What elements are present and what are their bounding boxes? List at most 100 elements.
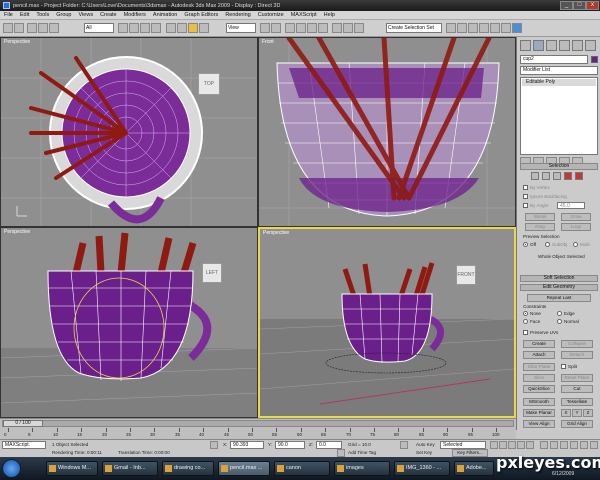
schematic-view-icon[interactable] <box>468 23 478 33</box>
constraint-none-radio[interactable] <box>523 311 528 316</box>
taskbar-item[interactable]: Adobe... <box>454 461 494 476</box>
key-filters-button[interactable]: Key Filters... <box>452 449 488 457</box>
stack-item-editable-poly[interactable]: Editable Poly <box>522 79 596 86</box>
close-button[interactable]: x <box>586 1 599 10</box>
time-tag-icon[interactable] <box>337 449 345 457</box>
start-button-icon[interactable] <box>2 459 21 478</box>
create-tab-icon[interactable] <box>520 40 531 51</box>
cut-button[interactable]: Cut <box>561 385 593 393</box>
viewport-bottom-right[interactable]: Perspective FRONT <box>258 227 516 418</box>
snaps-toggle-icon[interactable] <box>285 23 295 33</box>
reference-coordinate-dropdown[interactable]: View <box>226 23 256 33</box>
selection-filter-dropdown[interactable]: All <box>84 23 114 33</box>
menu-modifiers[interactable]: Modifiers <box>124 12 146 18</box>
collapse-button[interactable]: Collapse <box>561 340 593 348</box>
motion-tab-icon[interactable] <box>559 40 570 51</box>
by-angle-spinner[interactable]: 45.0 <box>557 202 585 209</box>
unlink-icon[interactable] <box>38 23 48 33</box>
render-setup-icon[interactable] <box>490 23 500 33</box>
spinner-snap-icon[interactable] <box>318 23 328 33</box>
slice-plane-button[interactable]: Slice Plane <box>523 363 555 371</box>
edit-named-selections-icon[interactable] <box>332 23 342 33</box>
detach-button[interactable]: Detach <box>561 351 593 359</box>
auto-key-button[interactable]: Auto Key <box>416 442 435 447</box>
redo-icon[interactable] <box>14 23 24 33</box>
pivot-icon[interactable] <box>260 23 270 33</box>
zoom-icon[interactable] <box>540 441 548 449</box>
timeline[interactable]: 0 / 100 0 5 10 15 20 25 30 35 40 45 50 55 60 65 70 75 80… <box>0 418 516 439</box>
viewport-top-left[interactable]: Perspective TOP <box>0 37 258 227</box>
next-frame-icon[interactable] <box>517 441 525 449</box>
app-icon[interactable] <box>3 2 10 9</box>
time-slider[interactable]: 0 / 100 <box>2 420 514 427</box>
minimize-button[interactable]: _ <box>560 1 573 10</box>
menu-graph-editors[interactable]: Graph Editors <box>184 12 218 18</box>
zoom-all-icon[interactable] <box>550 441 558 449</box>
select-move-icon[interactable] <box>166 23 176 33</box>
select-by-name-icon[interactable] <box>129 23 139 33</box>
quick-render-icon[interactable] <box>512 23 522 33</box>
menu-create[interactable]: Create <box>100 12 117 18</box>
angle-snap-icon[interactable] <box>296 23 306 33</box>
menu-maxscript[interactable]: MAXScript <box>291 12 317 18</box>
bind-space-warp-icon[interactable] <box>49 23 59 33</box>
lock-selection-icon[interactable] <box>210 441 218 449</box>
taskbar-item[interactable]: pencil.max ... <box>218 461 270 476</box>
maximize-button[interactable]: □ <box>573 1 586 10</box>
preview-subobj-radio[interactable] <box>545 242 550 247</box>
element-icon[interactable] <box>575 172 583 180</box>
y-coordinate-field[interactable]: 90.0 <box>275 441 305 449</box>
quickslice-button[interactable]: QuickSlice <box>523 385 555 393</box>
window-crossing-icon[interactable] <box>151 23 161 33</box>
planar-z-button[interactable]: Z <box>583 409 593 417</box>
select-object-icon[interactable] <box>118 23 128 33</box>
menu-animation[interactable]: Animation <box>153 12 177 18</box>
viewport-top-right[interactable]: Front <box>258 37 516 227</box>
viewcube[interactable]: LEFT <box>202 263 222 283</box>
viewcube[interactable]: TOP <box>198 73 220 95</box>
rectangular-selection-icon[interactable] <box>140 23 150 33</box>
x-coordinate-field[interactable]: 90.393 <box>230 441 264 449</box>
polygon-icon[interactable] <box>564 172 572 180</box>
time-slider-handle[interactable]: 0 / 100 <box>3 420 43 427</box>
edge-icon[interactable] <box>542 172 550 180</box>
key-icon[interactable] <box>400 441 408 449</box>
grid-align-button[interactable]: Grid Align <box>561 420 593 428</box>
display-tab-icon[interactable] <box>572 40 583 51</box>
menu-views[interactable]: Views <box>79 12 94 18</box>
taskbar-item[interactable]: drawing co... <box>162 461 214 476</box>
edit-geometry-rollout-header[interactable]: Edit Geometry <box>520 284 598 291</box>
viewport-label[interactable]: Perspective <box>4 229 30 235</box>
menu-group[interactable]: Group <box>56 12 71 18</box>
viewport-label[interactable]: Perspective <box>263 230 289 236</box>
preserve-uvs-checkbox[interactable] <box>523 330 528 335</box>
object-name-field[interactable]: cup2 <box>520 55 588 64</box>
set-key-button[interactable]: Set Key <box>416 450 432 455</box>
maxscript-listener[interactable]: MAXScript. <box>2 441 46 449</box>
curve-editor-icon[interactable] <box>457 23 467 33</box>
orbit-icon[interactable] <box>590 441 598 449</box>
ignore-backfacing-checkbox[interactable] <box>523 194 528 199</box>
menu-edit[interactable]: Edit <box>20 12 29 18</box>
go-to-start-icon[interactable] <box>490 441 498 449</box>
constraint-edge-radio[interactable] <box>557 311 562 316</box>
manipulate-icon[interactable] <box>271 23 281 33</box>
taskbar-item[interactable]: IMG_1360 - ... <box>394 461 450 476</box>
field-of-view-icon[interactable] <box>570 441 578 449</box>
repeat-last-button[interactable]: Repeat Last <box>527 294 591 302</box>
taskbar-item[interactable]: Gmail - Inb... <box>102 461 158 476</box>
menu-tools[interactable]: Tools <box>36 12 49 18</box>
mirror-icon[interactable] <box>343 23 353 33</box>
modifier-list-dropdown[interactable]: Modifier List <box>520 66 598 75</box>
taskbar-item[interactable]: Windows M... <box>46 461 98 476</box>
create-button[interactable]: Create <box>523 340 555 348</box>
planar-x-button[interactable]: X <box>561 409 571 417</box>
constraint-normal-radio[interactable] <box>557 319 562 324</box>
slice-button[interactable]: Slice <box>523 374 555 382</box>
by-angle-checkbox[interactable] <box>523 203 528 208</box>
constraint-face-radio[interactable] <box>523 319 528 324</box>
object-color-swatch[interactable] <box>591 56 598 63</box>
utilities-tab-icon[interactable] <box>585 40 596 51</box>
align-icon[interactable] <box>354 23 364 33</box>
tessellate-button[interactable]: Tessellate <box>561 398 593 406</box>
